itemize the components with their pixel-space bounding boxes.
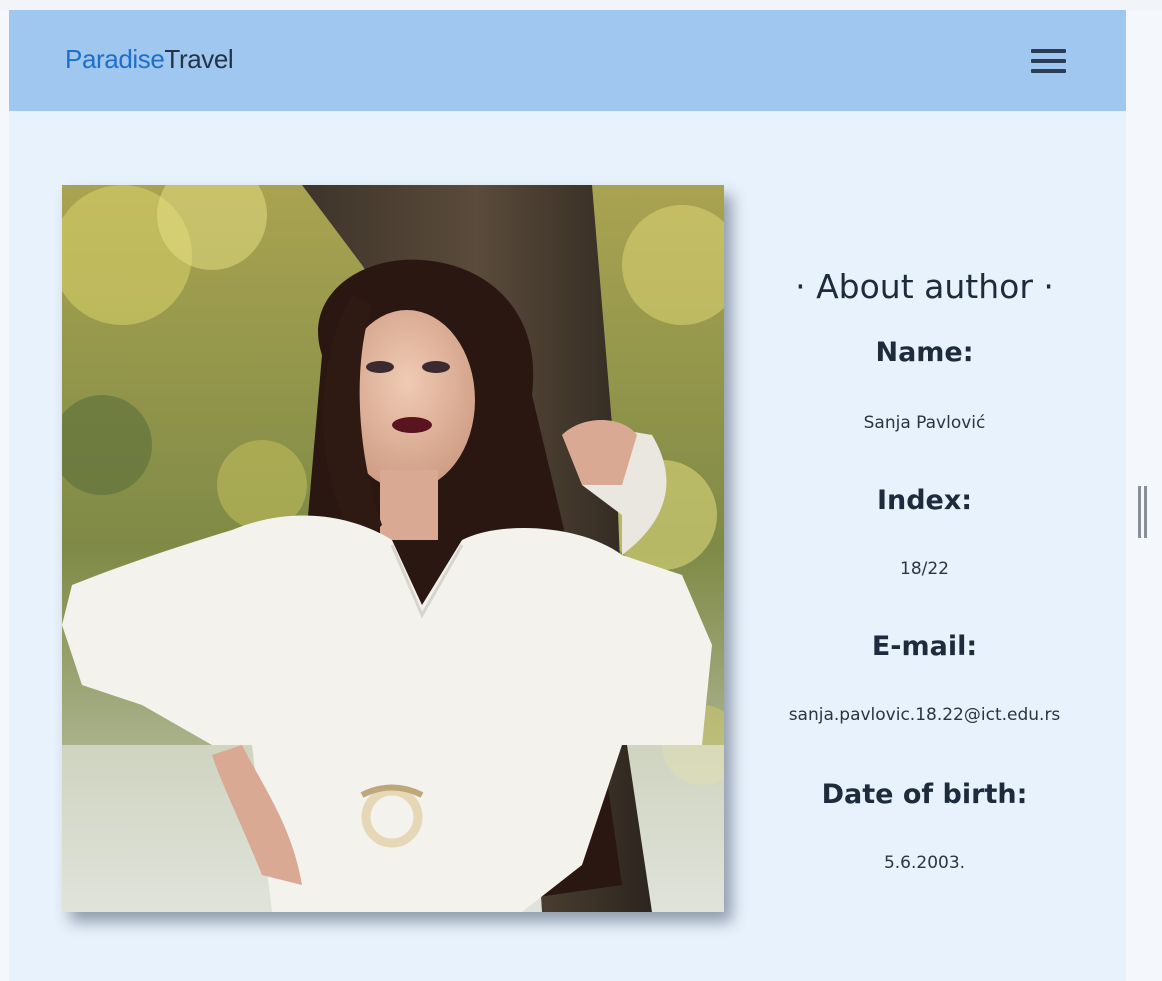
- brand-part-2: Travel: [164, 44, 234, 74]
- browser-top-strip: [0, 0, 1162, 10]
- scrollbar-handle[interactable]: [1138, 486, 1148, 538]
- index-value: 18/22: [900, 559, 949, 579]
- name-value: Sanja Pavlović: [863, 413, 986, 433]
- index-label: Index:: [876, 485, 973, 516]
- email-value: sanja.pavlovic.18.22@ict.edu.rs: [788, 705, 1061, 725]
- brand-logo[interactable]: ParadiseTravel: [65, 44, 234, 75]
- about-author-heading: · About author ·: [795, 267, 1054, 306]
- author-photo: [62, 185, 724, 912]
- page-frame: ParadiseTravel · About author · Name: Sa…: [9, 10, 1126, 981]
- dob-label: Date of birth:: [821, 779, 1028, 810]
- hamburger-menu-icon[interactable]: [1029, 44, 1071, 78]
- name-label: Name:: [875, 337, 974, 368]
- navbar: ParadiseTravel: [9, 10, 1126, 111]
- email-label: E-mail:: [871, 631, 978, 662]
- dob-value: 5.6.2003.: [883, 853, 966, 873]
- brand-part-1: Paradise: [65, 44, 165, 74]
